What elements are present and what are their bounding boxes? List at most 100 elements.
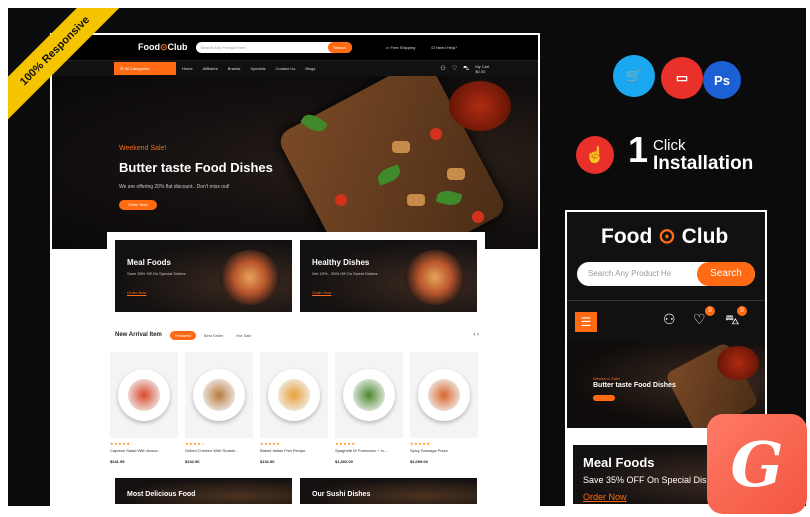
hero-kebab <box>407 194 425 206</box>
mobile-search-input[interactable]: Search Any Product He Search <box>577 262 755 286</box>
nav-specials[interactable]: Specials <box>250 66 265 71</box>
mobile-hero-bowl <box>717 346 759 380</box>
wishlist-icon[interactable]: ♡ <box>452 65 457 72</box>
photoshop-icon: Ps <box>703 61 741 99</box>
product-price: $132.90 <box>185 459 200 464</box>
new-arrival-title: New Arrival Item <box>115 332 162 338</box>
carousel-arrows[interactable]: ‹ › <box>473 332 479 338</box>
product-image <box>410 352 478 438</box>
hero-kebab <box>447 168 465 180</box>
mobile-hero-button[interactable] <box>593 395 615 401</box>
banner-meal-foods[interactable]: Meal Foods Save 35% Off On Special Dishe… <box>115 240 292 312</box>
product-card[interactable]: ★★★★☆ Grilled Chicken With Roaste... $13… <box>185 352 253 464</box>
new-arrival-header: New Arrival Item Featured Best Seller Ho… <box>115 329 479 341</box>
mobile-user-icon[interactable]: ⚇ <box>663 311 676 328</box>
product-name[interactable]: Spicy Sausage Pizza <box>410 448 478 453</box>
my-cart[interactable]: My Cart $0.00 <box>475 64 489 74</box>
product-name[interactable]: Caprese Salad With Avoca... <box>110 448 178 453</box>
banner-meatball-image <box>405 250 465 305</box>
banner-sushi-image <box>220 250 280 305</box>
ribbon-text: 100% Responsive <box>8 8 126 122</box>
logo-plate-icon: ⊙ <box>652 225 682 248</box>
install-number: 1 <box>628 129 649 170</box>
food-plate <box>278 379 310 411</box>
header-actions: ⚇ ♡ ⛍ My Cart $0.00 <box>440 64 489 74</box>
nav-brands[interactable]: Brands <box>228 66 241 71</box>
nav-contact-us[interactable]: Contact Us <box>276 66 296 71</box>
product-image <box>335 352 403 438</box>
desktop-content: Meal Foods Save 35% Off On Special Dishe… <box>107 232 485 504</box>
opencart-icon: 🛒 <box>613 55 655 97</box>
product-card[interactable]: ★★★★★ Spicy Sausage Pizza $2,009.00 <box>410 352 478 464</box>
product-image <box>185 352 253 438</box>
mobile-menu-icon[interactable]: ☰ <box>575 312 597 332</box>
platform-badges: 🛒 ▭ Ps <box>613 55 743 103</box>
product-rating: ★★★★☆ <box>185 441 206 446</box>
product-rating: ★★★★★ <box>110 441 131 446</box>
desktop-logo[interactable]: Food⊙Club <box>138 42 188 53</box>
food-plate <box>353 379 385 411</box>
free-shipping: ▭ Free Shipping <box>385 45 416 50</box>
product-price: $132.90 <box>260 459 275 464</box>
mobile-logo[interactable]: Food ⊙ Club <box>601 224 728 249</box>
banner-healthy-dishes[interactable]: Healthy Dishes Get 15% - 35% Off On Swee… <box>300 240 477 312</box>
cart-icon[interactable]: ⛍ <box>463 65 469 73</box>
need-help[interactable]: ☊ Need Help? <box>431 45 457 50</box>
product-image <box>110 352 178 438</box>
mobile-search-button[interactable]: Search <box>697 262 755 286</box>
tab-hot-sale[interactable]: Hot Sale <box>231 331 256 340</box>
product-name[interactable]: Baked Italian Fish Recipe <box>260 448 328 453</box>
mobile-toolbar: ☰ ⚇ ♡ 0 ⛍ 0 <box>567 300 765 342</box>
product-price: $2,009.00 <box>410 459 428 464</box>
responsive-ribbon: 100% Responsive <box>8 8 128 128</box>
touch-icon: ☝ <box>576 136 614 174</box>
desktop-search-input[interactable]: Search Any Product Here Search <box>195 42 352 53</box>
product-rating: ★★★★★ <box>410 441 431 446</box>
mobile-wishlist-icon[interactable]: ♡ <box>693 311 706 328</box>
hero-kebab <box>392 141 410 153</box>
mobile-header: Food ⊙ Club Search Any Product He Search <box>567 212 765 300</box>
install-label: Installation <box>653 153 754 174</box>
tab-featured[interactable]: Featured <box>169 330 196 340</box>
product-card[interactable]: ★★★★★ Baked Italian Fish Recipe $132.90 <box>260 352 328 464</box>
food-plate <box>128 379 160 411</box>
nav-home[interactable]: Home <box>182 66 193 71</box>
nav-blogs[interactable]: Blogs <box>305 66 315 71</box>
product-card[interactable]: ★★★★★ Spaghetti W Pomodoro + Ix... $1,30… <box>335 352 403 464</box>
tab-best-seller[interactable]: Best Seller <box>199 331 228 340</box>
banner-sushi-dishes[interactable]: Our Sushi Dishes <box>300 478 477 504</box>
product-name[interactable]: Spaghetti W Pomodoro + Ix... <box>335 448 403 453</box>
product-rating: ★★★★★ <box>260 441 281 446</box>
desktop-search-button[interactable]: Search <box>327 42 352 53</box>
wishlist-count: 0 <box>705 306 715 316</box>
product-name[interactable]: Grilled Chicken With Roaste... <box>185 448 253 453</box>
food-plate <box>203 379 235 411</box>
logo-plate-icon: ⊙ <box>160 42 168 52</box>
mobile-order-link[interactable]: Order Now <box>583 492 627 502</box>
hero-tomato <box>335 194 347 206</box>
one-click-install: ☝ 1 Click Installation <box>576 129 776 174</box>
product-image <box>260 352 328 438</box>
cart-count: 0 <box>737 306 747 316</box>
hero-kicker: Weekend Sale! <box>119 145 167 152</box>
hero-order-button[interactable]: Order Now <box>119 200 157 210</box>
hero-tomato <box>472 211 484 223</box>
banner-most-delicious[interactable]: Most Delicious Food <box>115 478 292 504</box>
product-rating: ★★★★★ <box>335 441 356 446</box>
product-card[interactable]: ★★★★★ Caprese Salad With Avoca... $241.9… <box>110 352 178 464</box>
banner-order-link[interactable]: Order Now <box>127 290 146 295</box>
hero-subtitle: We are offering 20% flat discount.. Don'… <box>119 184 230 190</box>
banner-order-link[interactable]: Order Now <box>312 290 331 295</box>
preview-stage: 100% Responsive Food⊙Club Search Any Pro… <box>8 8 806 506</box>
hero-tomato <box>430 128 442 140</box>
product-list: ★★★★★ Caprese Salad With Avoca... $241.9… <box>110 352 480 464</box>
hero-title: Butter taste Food Dishes <box>119 160 273 175</box>
hero-sauce-bowl <box>449 81 511 131</box>
brand-logo: G <box>707 414 807 514</box>
user-icon[interactable]: ⚇ <box>440 65 445 72</box>
install-click: Click <box>653 137 686 154</box>
food-plate <box>428 379 460 411</box>
product-price: $241.99 <box>110 459 125 464</box>
nav-affiliates[interactable]: Affiliates <box>203 66 218 71</box>
product-price: $1,302.00 <box>335 459 353 464</box>
